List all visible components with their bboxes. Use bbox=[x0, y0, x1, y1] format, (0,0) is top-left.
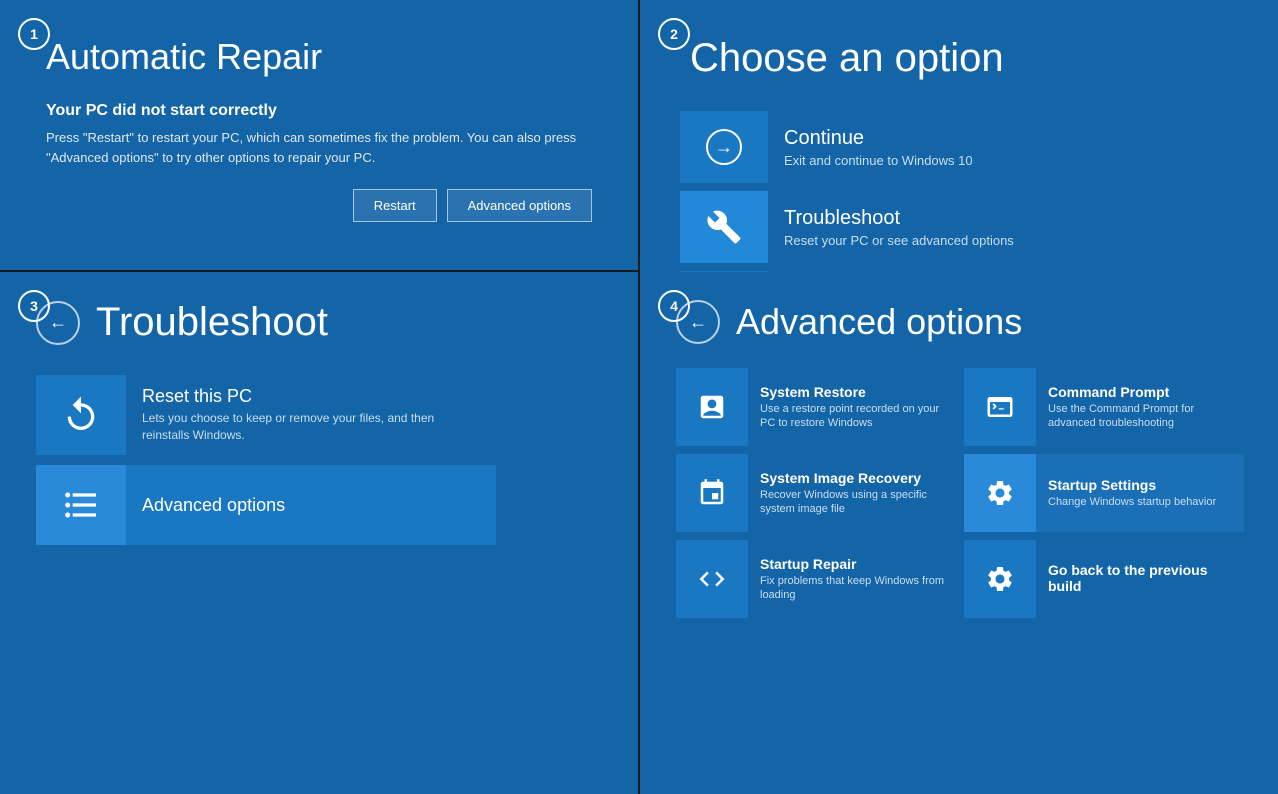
panel3-header: ← Troubleshoot bbox=[36, 300, 602, 345]
startup-settings-icon bbox=[985, 478, 1015, 508]
system-image-desc: Recover Windows using a specific system … bbox=[760, 488, 944, 517]
startup-settings-icon-box bbox=[964, 454, 1036, 532]
advanced-options-text: Advanced options bbox=[126, 465, 496, 545]
advanced-options-title: Advanced options bbox=[142, 495, 480, 516]
adv-card-system-image[interactable]: System Image Recovery Recover Windows us… bbox=[676, 454, 956, 532]
command-prompt-icon bbox=[985, 392, 1015, 422]
system-image-icon-box bbox=[676, 454, 748, 532]
reset-pc-title: Reset this PC bbox=[142, 386, 480, 407]
adv-card-startup-repair[interactable]: Startup Repair Fix problems that keep Wi… bbox=[676, 540, 956, 618]
continue-subtitle: Exit and continue to Windows 10 bbox=[784, 153, 1224, 168]
system-image-text: System Image Recovery Recover Windows us… bbox=[748, 462, 956, 525]
panel1-buttons: Restart Advanced options bbox=[36, 189, 602, 222]
system-image-icon bbox=[697, 478, 727, 508]
step-badge-1: 1 bbox=[18, 18, 50, 50]
reset-pc-text: Reset this PC Lets you choose to keep or… bbox=[126, 375, 496, 455]
advanced-icon-box bbox=[36, 465, 126, 545]
panel4-header: ← Advanced options bbox=[676, 300, 1244, 344]
reset-pc-icon-box bbox=[36, 375, 126, 455]
command-prompt-text: Command Prompt Use the Command Prompt fo… bbox=[1036, 376, 1244, 439]
command-prompt-title: Command Prompt bbox=[1048, 384, 1232, 400]
advanced-options-grid: System Restore Use a restore point recor… bbox=[676, 368, 1244, 618]
startup-repair-desc: Fix problems that keep Windows from load… bbox=[760, 574, 944, 603]
adv-card-startup-settings[interactable]: Startup Settings Change Windows startup … bbox=[964, 454, 1244, 532]
troubleshoot-text: Troubleshoot Reset your PC or see advanc… bbox=[768, 197, 1240, 258]
reset-icon bbox=[61, 395, 101, 435]
system-restore-desc: Use a restore point recorded on your PC … bbox=[760, 402, 944, 431]
continue-icon bbox=[680, 111, 768, 183]
arrow-right-icon bbox=[706, 129, 742, 165]
go-back-icon bbox=[985, 564, 1015, 594]
system-restore-title: System Restore bbox=[760, 384, 944, 400]
command-prompt-desc: Use the Command Prompt for advanced trou… bbox=[1048, 402, 1232, 431]
startup-repair-icon bbox=[697, 564, 727, 594]
panel-advanced-options: 4 ← Advanced options System Restore Use … bbox=[640, 272, 1278, 794]
startup-repair-text: Startup Repair Fix problems that keep Wi… bbox=[748, 548, 956, 611]
step-badge-4: 4 bbox=[658, 290, 690, 322]
continue-title: Continue bbox=[784, 127, 1224, 150]
ts-card-reset[interactable]: Reset this PC Lets you choose to keep or… bbox=[36, 375, 496, 455]
panel1-title: Automatic Repair bbox=[46, 36, 602, 78]
option-continue[interactable]: Continue Exit and continue to Windows 10 bbox=[680, 111, 1240, 183]
panel1-description: Press "Restart" to restart your PC, whic… bbox=[46, 128, 586, 167]
panel1-subtitle: Your PC did not start correctly bbox=[46, 102, 602, 120]
continue-text: Continue Exit and continue to Windows 10 bbox=[768, 117, 1240, 178]
startup-settings-title: Startup Settings bbox=[1048, 477, 1232, 493]
startup-repair-title: Startup Repair bbox=[760, 556, 944, 572]
startup-settings-desc: Change Windows startup behavior bbox=[1048, 495, 1232, 509]
go-back-icon-box bbox=[964, 540, 1036, 618]
checklist-icon bbox=[61, 485, 101, 525]
command-prompt-icon-box bbox=[964, 368, 1036, 446]
step-badge-2: 2 bbox=[658, 18, 690, 50]
adv-card-system-restore[interactable]: System Restore Use a restore point recor… bbox=[676, 368, 956, 446]
step-badge-3: 3 bbox=[18, 290, 50, 322]
panel3-title: Troubleshoot bbox=[96, 300, 328, 345]
option-troubleshoot[interactable]: Troubleshoot Reset your PC or see advanc… bbox=[680, 191, 1240, 263]
go-back-text: Go back to the previous build bbox=[1036, 554, 1244, 604]
system-restore-icon-box bbox=[676, 368, 748, 446]
panel4-title: Advanced options bbox=[736, 301, 1022, 343]
adv-card-go-back[interactable]: Go back to the previous build bbox=[964, 540, 1244, 618]
panel-troubleshoot: 3 ← Troubleshoot Reset this PC Lets you … bbox=[0, 272, 638, 794]
startup-settings-text: Startup Settings Change Windows startup … bbox=[1036, 469, 1244, 517]
wrench-icon bbox=[706, 209, 742, 245]
troubleshoot-subtitle: Reset your PC or see advanced options bbox=[784, 233, 1224, 248]
troubleshoot-icon-box bbox=[680, 191, 768, 263]
panel-automatic-repair: 1 Automatic Repair Your PC did not start… bbox=[0, 0, 638, 270]
panel2-title: Choose an option bbox=[690, 36, 1240, 81]
restart-button[interactable]: Restart bbox=[353, 189, 437, 222]
advanced-options-button-1[interactable]: Advanced options bbox=[447, 189, 592, 222]
startup-repair-icon-box bbox=[676, 540, 748, 618]
ts-card-advanced[interactable]: Advanced options bbox=[36, 465, 496, 545]
go-back-title: Go back to the previous build bbox=[1048, 562, 1232, 594]
reset-pc-desc: Lets you choose to keep or remove your f… bbox=[142, 410, 480, 444]
system-restore-icon bbox=[697, 392, 727, 422]
adv-card-command-prompt[interactable]: Command Prompt Use the Command Prompt fo… bbox=[964, 368, 1244, 446]
troubleshoot-title: Troubleshoot bbox=[784, 207, 1224, 230]
system-image-title: System Image Recovery bbox=[760, 470, 944, 486]
system-restore-text: System Restore Use a restore point recor… bbox=[748, 376, 956, 439]
